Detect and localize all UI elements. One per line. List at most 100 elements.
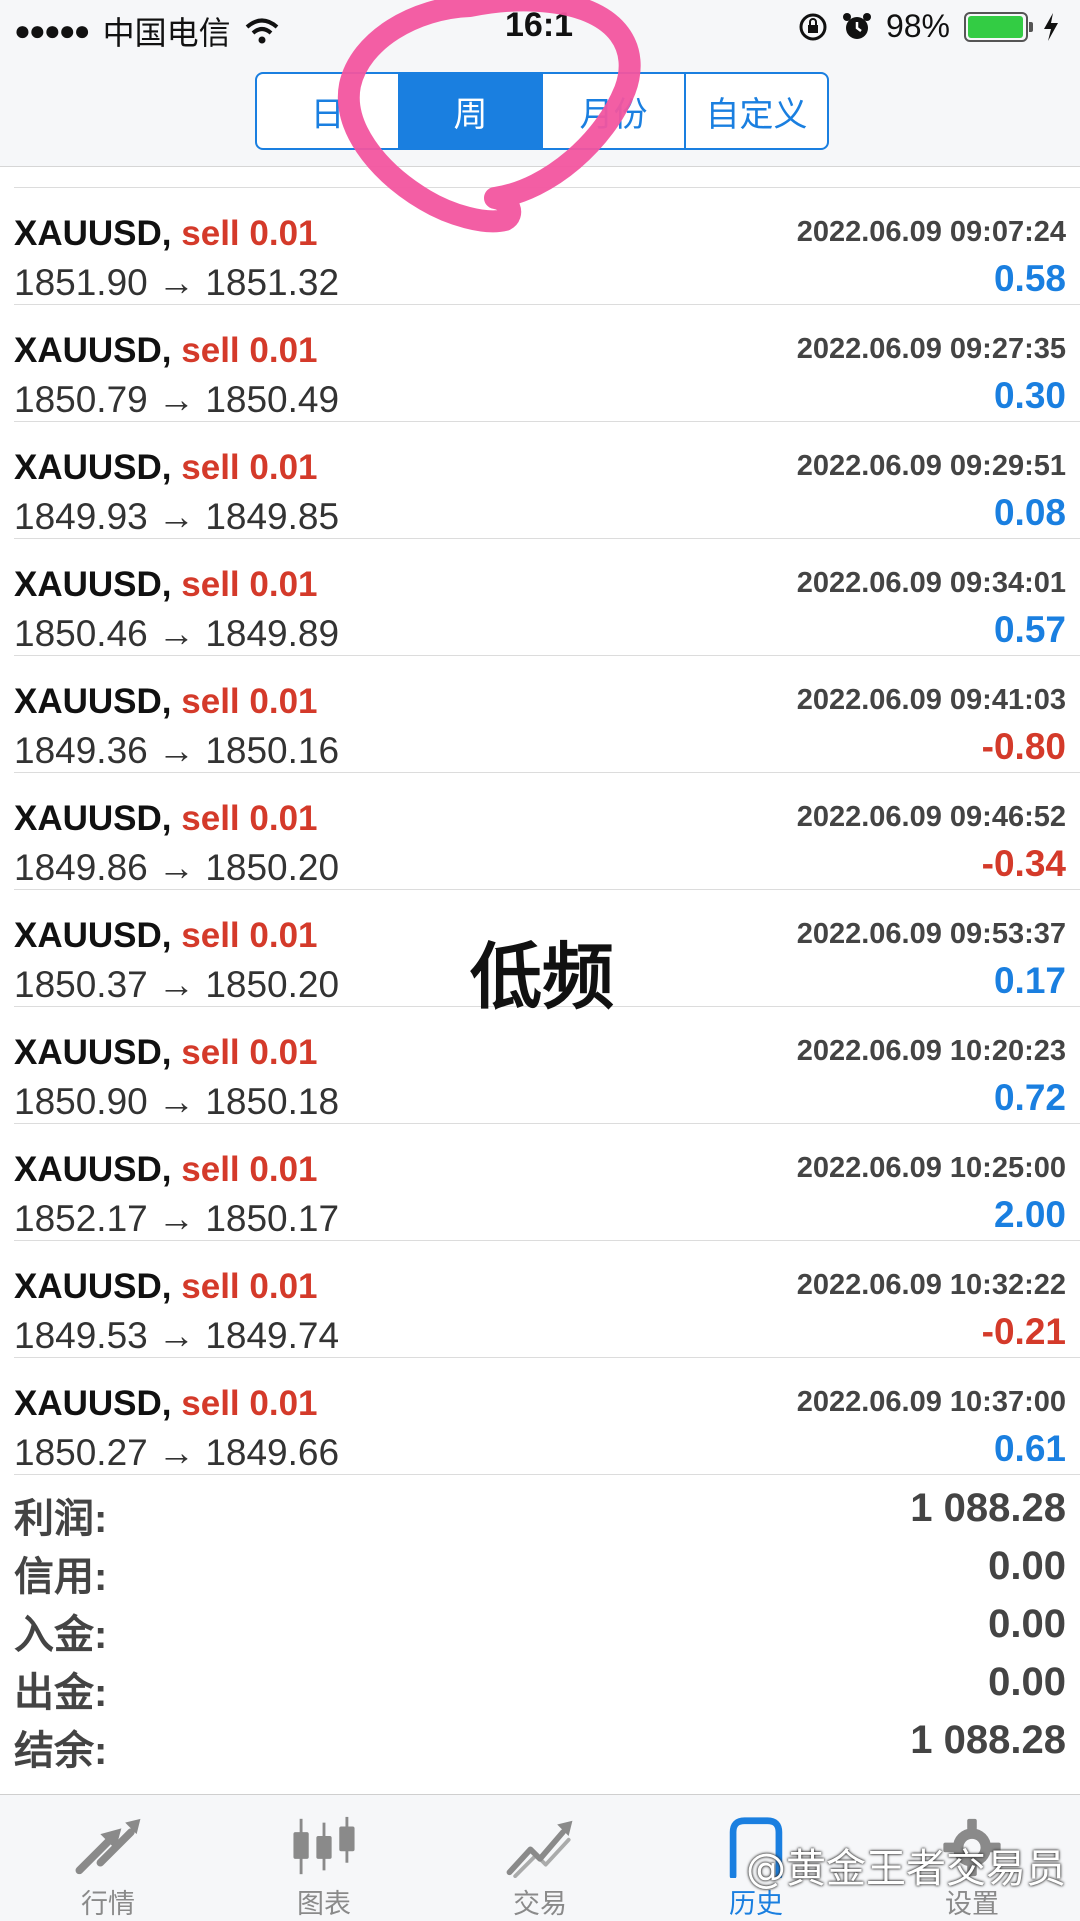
list-item[interactable]: XAUUSD, sell 0.01 1849.93 → 1849.85 2022.0… xyxy=(14,422,1080,539)
list-item[interactable]: XAUUSD, sell 0.01 1850.79 → 1850.49 2022.0… xyxy=(14,305,1080,422)
summary-profit: 利润: 1 088.28 xyxy=(0,1480,1080,1541)
close-price: 1849.89 xyxy=(205,613,340,654)
summary-label: 出金: xyxy=(14,1671,108,1715)
segment-day[interactable]: 日 xyxy=(257,74,400,148)
watermark: @黄金王者交易员 xyxy=(746,1846,1066,1892)
list-item[interactable]: XAUUSD, sell 0.01 1850.90 → 1850.18 2022.0… xyxy=(14,1007,1080,1124)
trade-type: sell xyxy=(181,1267,240,1306)
open-price: 1849.53 xyxy=(14,1315,148,1356)
carrier-name: 中国电信 xyxy=(102,15,231,51)
trade-profit: 2.00 xyxy=(993,1194,1066,1235)
trade-time: 2022.06.09 09:34:01 xyxy=(796,567,1066,599)
trade-profit: 0.17 xyxy=(993,960,1066,1001)
summary-value: 0.00 xyxy=(988,1544,1066,1588)
list-item-partial xyxy=(14,167,1080,188)
close-price: 1850.16 xyxy=(205,730,340,771)
trade-symbol: XAUUSD, xyxy=(14,1150,172,1189)
wifi-icon xyxy=(245,18,278,44)
list-item[interactable]: XAUUSD, sell 0.01 1849.36 → 1850.16 2022.0… xyxy=(14,656,1080,773)
trade-symbol: XAUUSD, xyxy=(14,916,172,955)
trade-volume: 0.01 xyxy=(249,1150,318,1189)
trade-time: 2022.06.09 10:20:23 xyxy=(796,1035,1066,1067)
summary-balance: 结余: 1 088.28 xyxy=(0,1712,1080,1773)
open-price: 1850.37 xyxy=(14,964,148,1005)
trade-symbol-line: XAUUSD, sell 0.01 xyxy=(14,916,318,956)
trade-symbol: XAUUSD, xyxy=(14,799,172,838)
trade-volume: 0.01 xyxy=(249,1267,318,1306)
tab-label: 图表 xyxy=(297,1889,351,1919)
list-item[interactable]: XAUUSD, sell 0.01 1850.46 → 1849.89 2022.0… xyxy=(14,539,1080,656)
trade-symbol: XAUUSD, xyxy=(14,448,172,487)
close-price: 1850.20 xyxy=(205,964,340,1005)
list-item[interactable]: XAUUSD, sell 0.01 1851.90 → 1851.32 2022.0… xyxy=(14,188,1080,305)
segment-custom[interactable]: 自定义 xyxy=(686,74,827,148)
segment-month[interactable]: 月份 xyxy=(543,74,686,148)
trade-trend-icon xyxy=(506,1820,573,1878)
tab-quotes[interactable]: 行情 xyxy=(0,1795,216,1921)
trade-profit: -0.80 xyxy=(981,726,1066,767)
summary-value: 1 088.28 xyxy=(910,1718,1066,1762)
list-item[interactable]: XAUUSD, sell 0.01 1850.27 → 1849.66 2022.0… xyxy=(14,1358,1080,1475)
period-header: 日 周 月份 自定义 xyxy=(0,56,1080,167)
trade-profit: -0.34 xyxy=(981,843,1066,884)
trade-symbol: XAUUSD, xyxy=(14,331,172,370)
status-bar: ●●●●● 中国电信 16:1 98% xyxy=(0,0,1080,56)
list-item[interactable]: XAUUSD, sell 0.01 1852.17 → 1850.17 2022.0… xyxy=(14,1124,1080,1241)
trade-type: sell xyxy=(181,214,240,253)
trade-volume: 0.01 xyxy=(249,214,318,253)
trade-symbol: XAUUSD, xyxy=(14,565,172,604)
trade-profit: 0.61 xyxy=(993,1428,1066,1469)
trade-symbol-line: XAUUSD, sell 0.01 xyxy=(14,1150,318,1190)
trade-type: sell xyxy=(181,448,240,487)
tab-label: 交易 xyxy=(513,1889,567,1919)
trade-symbol: XAUUSD, xyxy=(14,1267,172,1306)
trade-type: sell xyxy=(181,799,240,838)
candlestick-chart-icon xyxy=(293,1816,355,1875)
trade-profit: 0.30 xyxy=(993,375,1066,416)
tab-trade[interactable]: 交易 xyxy=(432,1795,648,1921)
arrow-right-icon: → xyxy=(147,847,206,888)
trade-profit: 0.08 xyxy=(993,492,1066,533)
trade-prices: 1851.90 → 1851.32 xyxy=(14,262,339,304)
segment-week[interactable]: 周 xyxy=(400,74,543,148)
trade-time: 2022.06.09 09:53:37 xyxy=(796,918,1066,950)
open-price: 1850.90 xyxy=(14,1081,148,1122)
trade-time: 2022.06.09 09:27:35 xyxy=(796,333,1066,365)
close-price: 1850.18 xyxy=(205,1081,340,1122)
list-item[interactable]: XAUUSD, sell 0.01 1849.53 → 1849.74 2022.0… xyxy=(14,1241,1080,1358)
tab-label: 行情 xyxy=(81,1889,135,1919)
period-segmented-control: 日 周 月份 自定义 xyxy=(255,72,829,150)
trade-type: sell xyxy=(181,916,240,955)
open-price: 1850.79 xyxy=(14,379,148,420)
trade-profit: -0.21 xyxy=(981,1311,1066,1352)
arrow-right-icon: → xyxy=(147,730,206,771)
tab-chart[interactable]: 图表 xyxy=(216,1795,432,1921)
rotation-lock-icon xyxy=(799,13,827,40)
trade-time: 2022.06.09 10:25:00 xyxy=(796,1152,1066,1184)
trade-type: sell xyxy=(181,565,240,604)
trade-symbol-line: XAUUSD, sell 0.01 xyxy=(14,214,318,254)
open-price: 1851.90 xyxy=(14,262,148,303)
summary-credit: 信用: 0.00 xyxy=(0,1538,1080,1599)
summary-value: 1 088.28 xyxy=(910,1486,1066,1530)
trade-time: 2022.06.09 09:29:51 xyxy=(796,450,1066,482)
summary-value: 0.00 xyxy=(988,1660,1066,1704)
trade-symbol-line: XAUUSD, sell 0.01 xyxy=(14,565,318,605)
open-price: 1849.93 xyxy=(14,496,148,537)
open-price: 1852.17 xyxy=(14,1198,148,1239)
close-price: 1849.85 xyxy=(205,496,340,537)
summary-label: 信用: xyxy=(14,1555,108,1599)
trade-symbol: XAUUSD, xyxy=(14,682,172,721)
trade-volume: 0.01 xyxy=(249,682,318,721)
trade-prices: 1850.46 → 1849.89 xyxy=(14,613,339,655)
trade-symbol: XAUUSD, xyxy=(14,1384,172,1423)
list-item[interactable]: XAUUSD, sell 0.01 1849.86 → 1850.20 2022.0… xyxy=(14,773,1080,890)
trade-symbol-line: XAUUSD, sell 0.01 xyxy=(14,1267,318,1307)
summary-label: 结余: xyxy=(14,1729,108,1773)
arrow-right-icon: → xyxy=(147,379,206,420)
close-price: 1849.66 xyxy=(205,1432,340,1473)
trade-volume: 0.01 xyxy=(249,1384,318,1423)
trade-time: 2022.06.09 10:37:00 xyxy=(796,1386,1066,1418)
summary-label: 入金: xyxy=(14,1613,108,1657)
trade-profit: 0.57 xyxy=(993,609,1066,650)
